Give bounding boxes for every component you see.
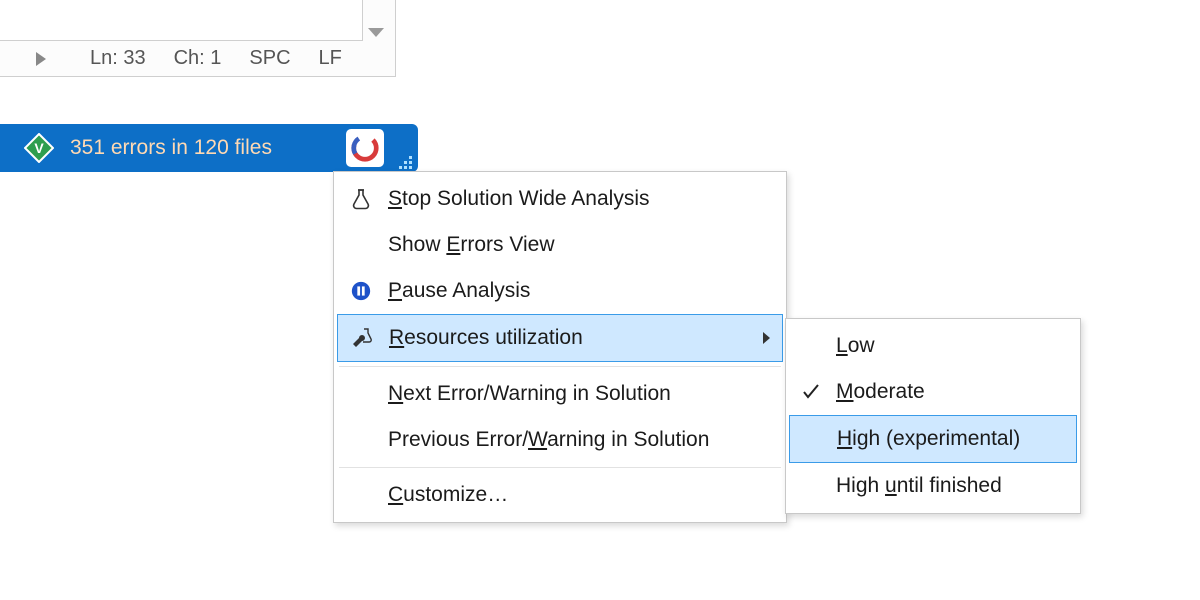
vim-badge-icon[interactable]: V — [24, 133, 54, 163]
menu-label: Show Errors View — [388, 233, 555, 257]
menu-previous-error[interactable]: Previous Error/Warning in Solution — [336, 417, 784, 463]
submenu-arrow-icon — [763, 332, 770, 344]
errors-summary[interactable]: 351 errors in 120 files — [70, 136, 272, 160]
analysis-status-icon[interactable] — [346, 129, 384, 167]
menu-label: Resources utilization — [389, 326, 583, 350]
menu-label: Moderate — [836, 380, 925, 404]
analysis-context-menu: Stop Solution Wide Analysis Show Errors … — [333, 171, 787, 523]
menu-separator — [339, 366, 781, 367]
menu-label: High (experimental) — [837, 427, 1020, 451]
submenu-low[interactable]: Low — [788, 323, 1078, 369]
menu-label: Low — [836, 334, 875, 358]
resources-submenu: Low Moderate High (experimental) High un… — [785, 318, 1081, 514]
menu-label: Stop Solution Wide Analysis — [388, 187, 649, 211]
checkmark-icon — [796, 382, 826, 402]
menu-stop-analysis[interactable]: Stop Solution Wide Analysis — [336, 176, 784, 222]
dropdown-arrow-icon[interactable] — [368, 28, 384, 37]
char-indicator: Ch: 1 — [174, 47, 222, 70]
submenu-high-until-finished[interactable]: High until finished — [788, 463, 1078, 509]
pause-icon — [344, 280, 378, 302]
resize-grip-icon[interactable] — [384, 156, 418, 172]
menu-pause-analysis[interactable]: Pause Analysis — [336, 268, 784, 314]
menu-next-error[interactable]: Next Error/Warning in Solution — [336, 371, 784, 417]
submenu-high[interactable]: High (experimental) — [789, 415, 1077, 463]
editor-info-bar: Ln: 33 Ch: 1 SPC LF — [0, 40, 396, 77]
wrench-flask-icon — [345, 326, 379, 350]
indent-indicator: SPC — [249, 47, 290, 70]
menu-label: Next Error/Warning in Solution — [388, 382, 671, 406]
menu-show-errors[interactable]: Show Errors View — [336, 222, 784, 268]
menu-customize[interactable]: Customize… — [336, 472, 784, 518]
menu-label: Previous Error/Warning in Solution — [388, 428, 709, 452]
editor-footer: Ln: 33 Ch: 1 SPC LF — [0, 0, 396, 77]
play-icon[interactable] — [36, 52, 46, 66]
menu-label: Customize… — [388, 483, 508, 507]
menu-resources-utilization[interactable]: Resources utilization — [337, 314, 783, 362]
menu-label: High until finished — [836, 474, 1002, 498]
lineending-indicator: LF — [319, 47, 342, 70]
menu-separator — [339, 467, 781, 468]
menu-label: Pause Analysis — [388, 279, 530, 303]
line-indicator: Ln: 33 — [90, 47, 146, 70]
svg-text:V: V — [34, 140, 44, 156]
submenu-moderate[interactable]: Moderate — [788, 369, 1078, 415]
status-bar: V 351 errors in 120 files — [0, 124, 418, 172]
editor-area — [0, 0, 363, 41]
flask-icon — [344, 187, 378, 211]
